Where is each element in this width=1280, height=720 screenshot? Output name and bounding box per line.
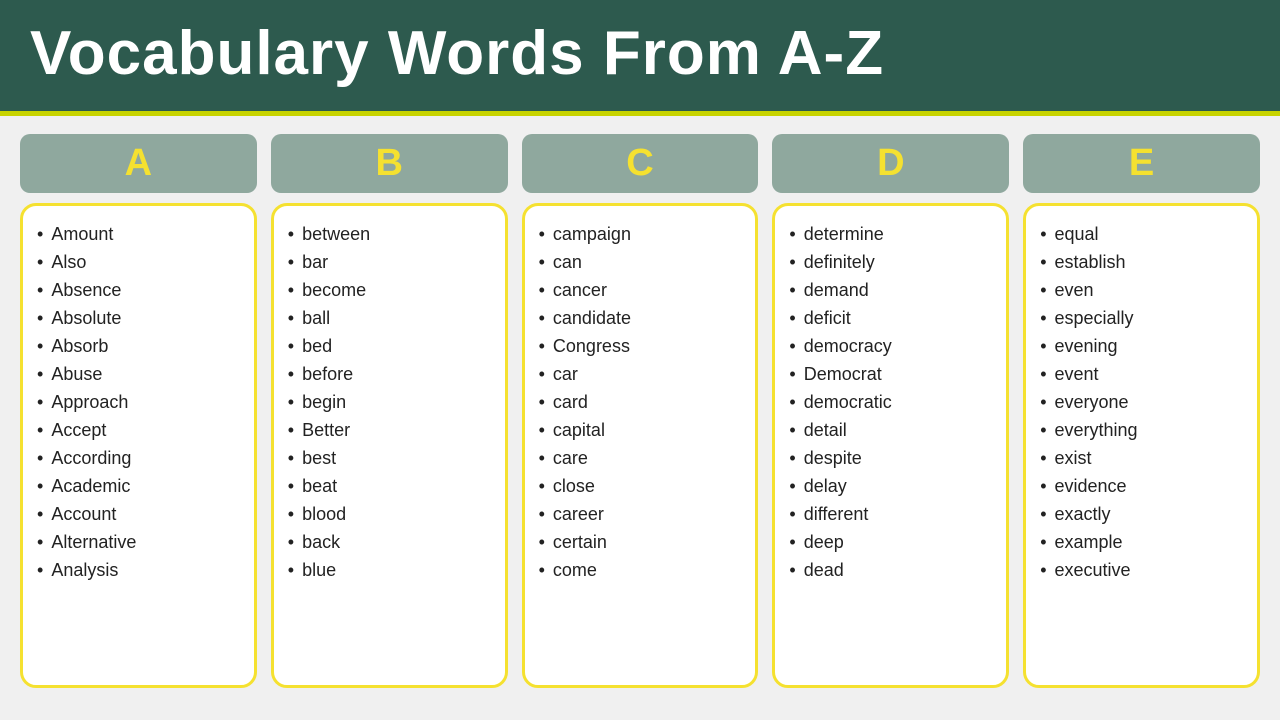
list-item: beat [284, 472, 495, 500]
list-item: bed [284, 332, 495, 360]
list-item: card [535, 388, 746, 416]
list-item: example [1036, 528, 1247, 556]
list-item: event [1036, 360, 1247, 388]
list-item: everything [1036, 416, 1247, 444]
list-item: capital [535, 416, 746, 444]
list-item: back [284, 528, 495, 556]
word-list-box-d: determinedefinitelydemanddeficitdemocrac… [772, 203, 1009, 688]
column-header-a: A [20, 134, 257, 193]
list-item: Approach [33, 388, 244, 416]
list-item: democratic [785, 388, 996, 416]
list-item: Also [33, 248, 244, 276]
word-list-a: AmountAlsoAbsenceAbsoluteAbsorbAbuseAppr… [33, 220, 244, 584]
list-item: Better [284, 416, 495, 444]
list-item: certain [535, 528, 746, 556]
list-item: especially [1036, 304, 1247, 332]
list-item: demand [785, 276, 996, 304]
list-item: determine [785, 220, 996, 248]
column-c: CcampaigncancancercandidateCongresscarca… [522, 134, 759, 688]
column-letter-b: B [375, 142, 402, 184]
list-item: become [284, 276, 495, 304]
column-e: Eequalestablishevenespeciallyeveningeven… [1023, 134, 1260, 688]
word-list-box-c: campaigncancancercandidateCongresscarcar… [522, 203, 759, 688]
list-item: delay [785, 472, 996, 500]
list-item: Absence [33, 276, 244, 304]
list-item: blue [284, 556, 495, 584]
list-item: despite [785, 444, 996, 472]
header: Vocabulary Words From A-Z [0, 0, 1280, 116]
column-header-e: E [1023, 134, 1260, 193]
column-header-c: C [522, 134, 759, 193]
list-item: dead [785, 556, 996, 584]
list-item: Amount [33, 220, 244, 248]
word-list-c: campaigncancancercandidateCongresscarcar… [535, 220, 746, 584]
list-item: democracy [785, 332, 996, 360]
list-item: deficit [785, 304, 996, 332]
list-item: evening [1036, 332, 1247, 360]
list-item: Democrat [785, 360, 996, 388]
list-item: cancer [535, 276, 746, 304]
page-title: Vocabulary Words From A-Z [30, 19, 884, 88]
list-item: Absorb [33, 332, 244, 360]
list-item: even [1036, 276, 1247, 304]
list-item: detail [785, 416, 996, 444]
column-b: BbetweenbarbecomeballbedbeforebeginBette… [271, 134, 508, 688]
list-item: establish [1036, 248, 1247, 276]
list-item: deep [785, 528, 996, 556]
list-item: candidate [535, 304, 746, 332]
columns-container: A AmountAlsoAbsenceAbsoluteAbsorbAbuseApp… [0, 116, 1280, 706]
list-item: before [284, 360, 495, 388]
list-item: bar [284, 248, 495, 276]
word-list-box-b: betweenbarbecomeballbedbeforebeginBetter… [271, 203, 508, 688]
column-header-b: B [271, 134, 508, 193]
list-item: Alternative [33, 528, 244, 556]
list-item: equal [1036, 220, 1247, 248]
list-item: ball [284, 304, 495, 332]
list-item: care [535, 444, 746, 472]
column-letter-c: C [626, 142, 653, 184]
list-item: According [33, 444, 244, 472]
word-list-b: betweenbarbecomeballbedbeforebeginBetter… [284, 220, 495, 584]
list-item: come [535, 556, 746, 584]
list-item: car [535, 360, 746, 388]
list-item: evidence [1036, 472, 1247, 500]
list-item: different [785, 500, 996, 528]
list-item: Absolute [33, 304, 244, 332]
list-item: close [535, 472, 746, 500]
column-d: Ddeterminedefinitelydemanddeficitdemocra… [772, 134, 1009, 688]
list-item: Analysis [33, 556, 244, 584]
list-item: Academic [33, 472, 244, 500]
list-item: Account [33, 500, 244, 528]
word-list-box-e: equalestablishevenespeciallyeveningevent… [1023, 203, 1260, 688]
list-item: Congress [535, 332, 746, 360]
list-item: exactly [1036, 500, 1247, 528]
list-item: Abuse [33, 360, 244, 388]
list-item: can [535, 248, 746, 276]
column-letter-a: A [125, 142, 152, 184]
column-letter-d: D [877, 142, 904, 184]
list-item: everyone [1036, 388, 1247, 416]
column-letter-e: E [1129, 142, 1154, 184]
word-list-box-a: AmountAlsoAbsenceAbsoluteAbsorbAbuseAppr… [20, 203, 257, 688]
list-item: best [284, 444, 495, 472]
list-item: definitely [785, 248, 996, 276]
list-item: exist [1036, 444, 1247, 472]
list-item: career [535, 500, 746, 528]
word-list-d: determinedefinitelydemanddeficitdemocrac… [785, 220, 996, 584]
list-item: executive [1036, 556, 1247, 584]
column-header-d: D [772, 134, 1009, 193]
list-item: Accept [33, 416, 244, 444]
list-item: blood [284, 500, 495, 528]
column-a: A AmountAlsoAbsenceAbsoluteAbsorbAbuseApp… [20, 134, 257, 688]
list-item: begin [284, 388, 495, 416]
list-item: campaign [535, 220, 746, 248]
word-list-e: equalestablishevenespeciallyeveningevent… [1036, 220, 1247, 584]
list-item: between [284, 220, 495, 248]
